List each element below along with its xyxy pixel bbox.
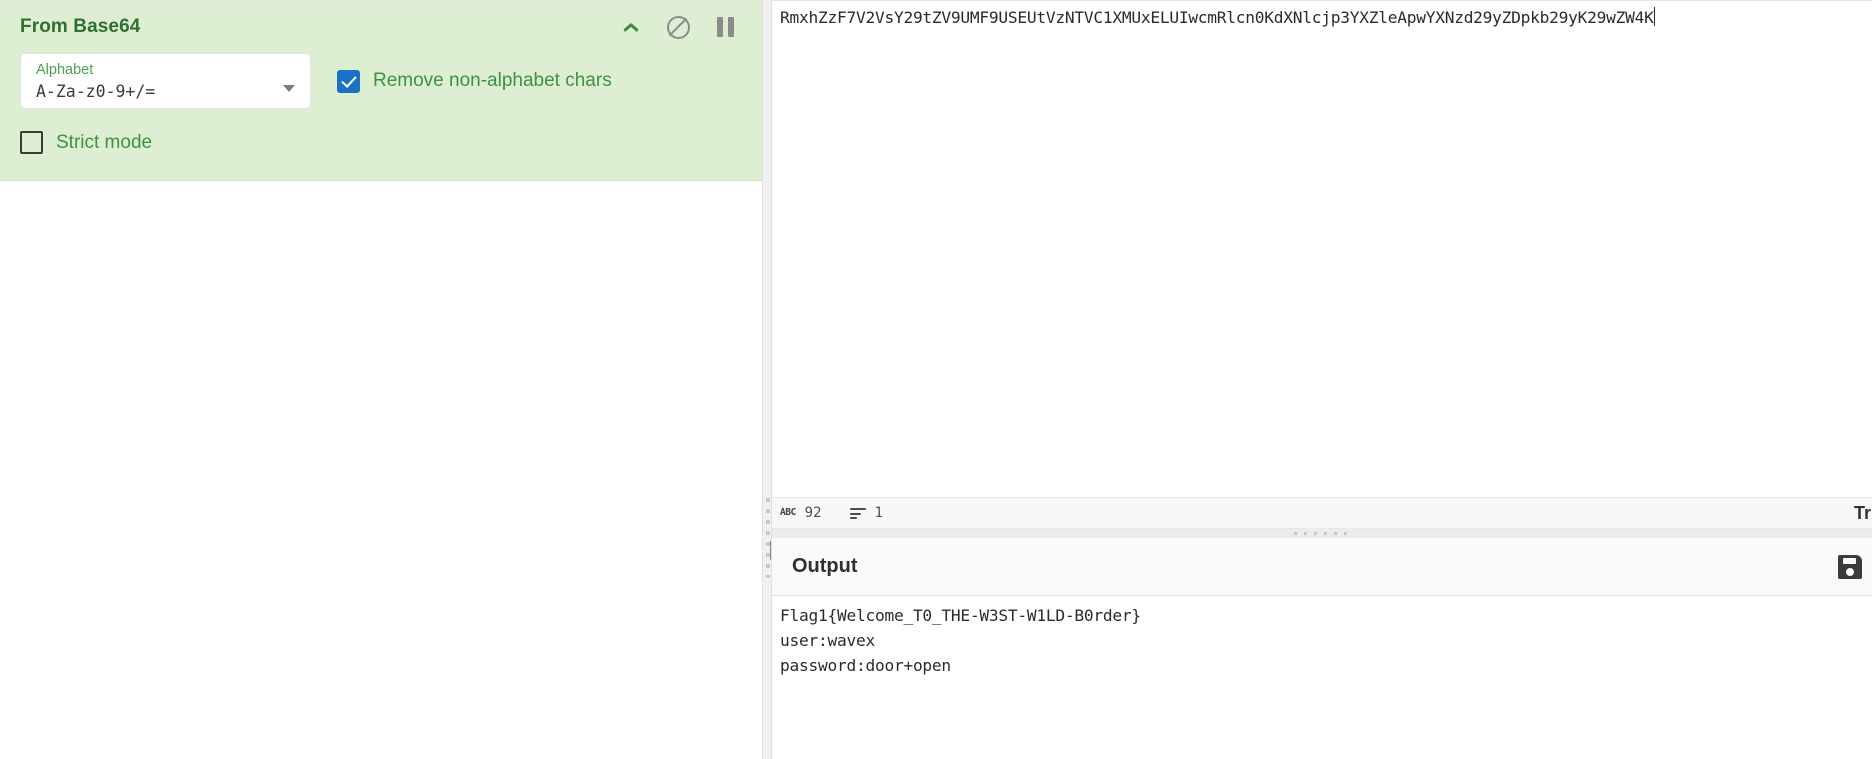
output-action-group [1838, 554, 1872, 579]
save-floppy-icon[interactable] [1838, 554, 1862, 579]
output-value: Flag1{Welcome_T0_THE-W3ST-W1LD-B0rder} u… [780, 606, 1141, 675]
operation-icon-group [618, 14, 738, 40]
io-column: RmxhZzF7V2VsY29tZV9UMF9USEUtVzNTVC1XMUxE… [770, 0, 1872, 759]
pause-breakpoint-icon[interactable] [712, 14, 738, 40]
collapse-chevron-up-icon[interactable] [618, 14, 644, 40]
chevron-down-icon[interactable] [283, 85, 295, 92]
output-text-cursor [770, 541, 771, 560]
disable-operation-icon[interactable] [665, 14, 691, 40]
text-cursor [1653, 7, 1655, 26]
output-title: Output [792, 555, 858, 577]
recipe-pane: From Base64 Alphabet A-Za-z0-9+/= Remove… [0, 0, 762, 759]
input-status-right-label[interactable]: Tr [1854, 503, 1872, 524]
operation-arg-row-primary: Alphabet A-Za-z0-9+/= Remove non-alphabe… [0, 53, 762, 109]
input-textarea[interactable]: RmxhZzF7V2VsY29tZV9UMF9USEUtVzNTVC1XMUxE… [772, 5, 1872, 31]
input-lines-value: 1 [874, 505, 883, 521]
splitter-grip-horizontal [1294, 532, 1350, 535]
checkbox-checked-icon[interactable] [337, 69, 360, 93]
alphabet-select-value: A-Za-z0-9+/= [36, 82, 156, 101]
horizontal-splitter[interactable] [772, 529, 1872, 538]
input-lines-status[interactable]: 1 [849, 505, 883, 521]
operation-title: From Base64 [20, 16, 141, 37]
checkbox-unchecked-icon[interactable] [20, 131, 43, 154]
operation-arg-row-secondary: Strict mode [0, 109, 762, 154]
remove-non-alphabet-chars-checkbox[interactable]: Remove non-alphabet chars [337, 69, 612, 93]
input-status-bar: ABC 92 1 Tr [772, 497, 1872, 529]
recipe-operation-from-base64[interactable]: From Base64 Alphabet A-Za-z0-9+/= Remove… [0, 1, 762, 181]
input-length-status[interactable]: ABC 92 [780, 505, 822, 521]
input-pane[interactable]: RmxhZzF7V2VsY29tZV9UMF9USEUtVzNTVC1XMUxE… [772, 0, 1872, 497]
operation-title-row: From Base64 [0, 1, 762, 53]
remove-non-alphabet-chars-label: Remove non-alphabet chars [373, 70, 612, 91]
output-pane: Output Flag1{Welcome_T0_THE-W3ST-W1LD-B0… [770, 538, 1872, 759]
abc-length-icon: ABC [780, 507, 796, 519]
output-textarea[interactable]: Flag1{Welcome_T0_THE-W3ST-W1LD-B0rder} u… [770, 541, 1872, 678]
alphabet-select[interactable]: Alphabet A-Za-z0-9+/= [20, 53, 311, 109]
cyberchef-app: From Base64 Alphabet A-Za-z0-9+/= Remove… [0, 0, 1872, 759]
strict-mode-label: Strict mode [56, 131, 153, 153]
lines-icon [849, 507, 866, 520]
input-value: RmxhZzF7V2VsY29tZV9UMF9USEUtVzNTVC1XMUxE… [780, 8, 1654, 27]
vertical-splitter[interactable] [762, 0, 772, 759]
input-length-value: 92 [804, 505, 822, 521]
output-header: Output [772, 538, 1872, 596]
alphabet-select-label: Alphabet [36, 62, 94, 78]
splitter-grip [766, 498, 770, 578]
strict-mode-checkbox[interactable]: Strict mode [20, 131, 152, 154]
